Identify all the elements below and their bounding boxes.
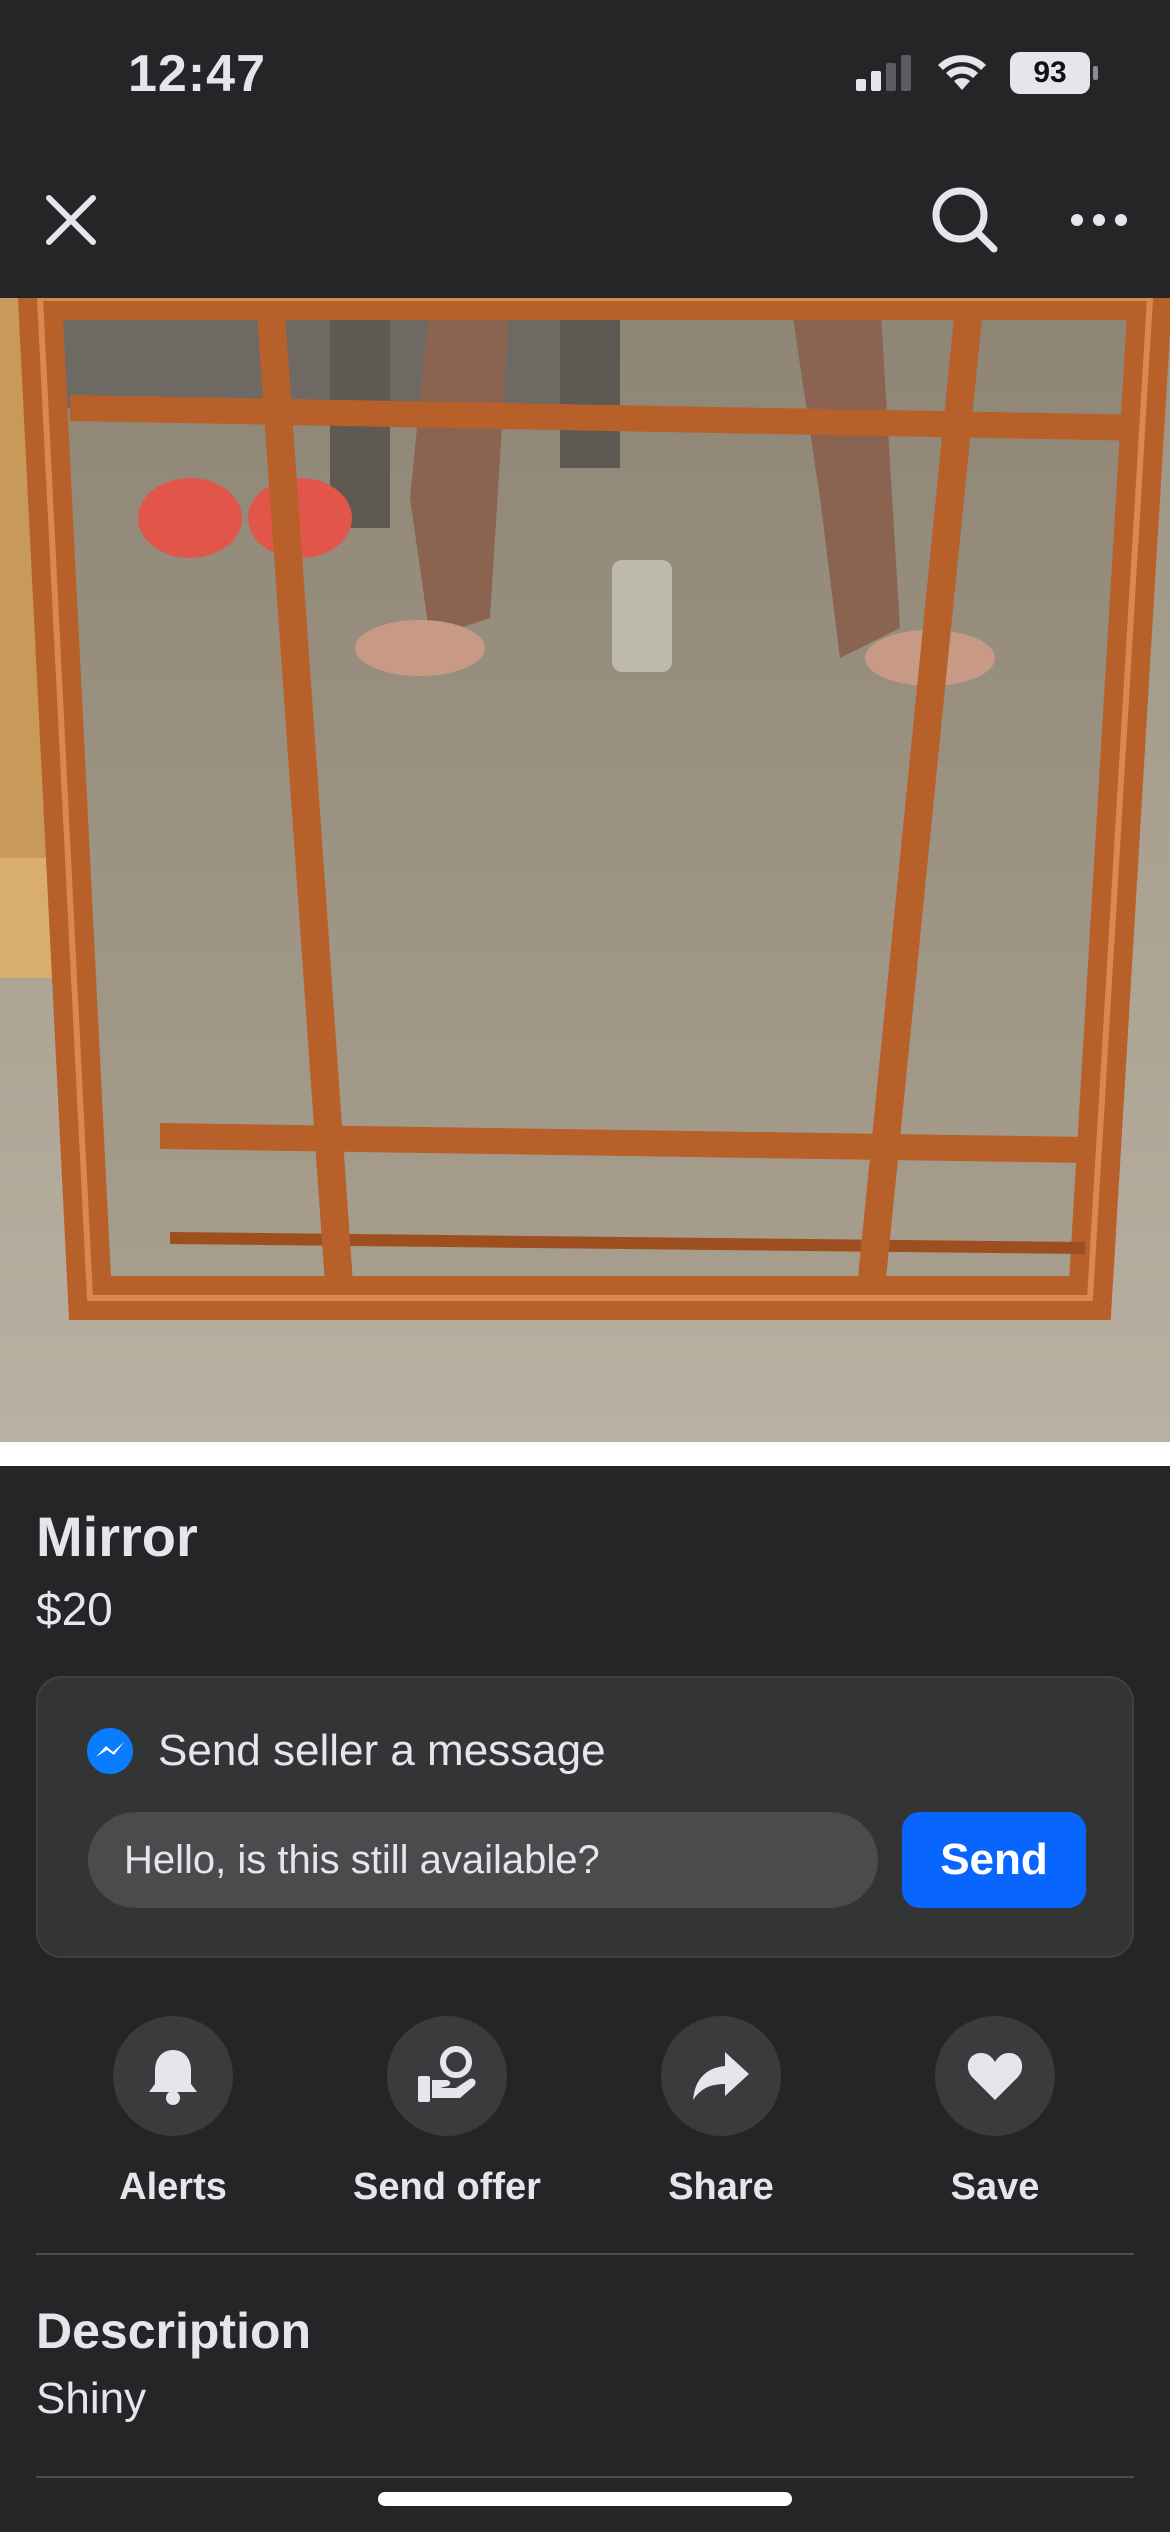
photo-divider bbox=[0, 1442, 1170, 1466]
listing-price: $20 bbox=[36, 1583, 113, 1635]
alerts-label: Alerts bbox=[119, 2166, 227, 2208]
status-time: 12:47 bbox=[128, 45, 266, 103]
message-card-header: Send seller a message bbox=[86, 1726, 606, 1776]
alerts-circle bbox=[113, 2016, 233, 2136]
message-seller-card: Send seller a message Send bbox=[36, 1676, 1134, 1958]
status-icons: 93 bbox=[856, 52, 1098, 94]
home-indicator[interactable] bbox=[378, 2492, 792, 2506]
listing-photo[interactable] bbox=[0, 298, 1170, 1442]
save-button[interactable]: Save bbox=[855, 2016, 1135, 2209]
share-circle bbox=[661, 2016, 781, 2136]
marketplace-listing-screen: 12:47 93 Mirror $20 Send seller a messag… bbox=[0, 0, 1170, 2532]
section-divider bbox=[36, 2253, 1134, 2255]
top-nav bbox=[0, 160, 1170, 280]
status-bar: 12:47 93 bbox=[0, 0, 1170, 150]
section-divider-bottom bbox=[36, 2476, 1134, 2478]
search-icon bbox=[932, 187, 998, 253]
bell-icon bbox=[149, 2050, 197, 2105]
send-button[interactable]: Send bbox=[902, 1812, 1086, 1908]
mirror-photo-illustration bbox=[0, 298, 1170, 1442]
share-button[interactable]: Share bbox=[581, 2016, 861, 2209]
more-icon bbox=[1071, 214, 1127, 226]
wifi-icon bbox=[938, 55, 986, 90]
heart-icon bbox=[967, 2053, 1023, 2100]
share-icon bbox=[693, 2052, 749, 2100]
messenger-icon bbox=[87, 1728, 133, 1774]
description-heading: Description bbox=[36, 2303, 312, 2359]
message-input[interactable] bbox=[88, 1812, 878, 1908]
close-button[interactable] bbox=[16, 160, 126, 280]
cellular-signal-icon bbox=[856, 55, 911, 91]
description-text: Shiny bbox=[36, 2374, 147, 2423]
battery-indicator: 93 bbox=[1010, 52, 1098, 94]
close-icon bbox=[46, 195, 96, 245]
save-label: Save bbox=[950, 2166, 1040, 2208]
send-offer-circle bbox=[387, 2016, 507, 2136]
send-offer-label: Send offer bbox=[353, 2166, 541, 2208]
message-card-title: Send seller a message bbox=[158, 1726, 606, 1775]
send-offer-button[interactable]: Send offer bbox=[307, 2016, 587, 2209]
listing-title: Mirror bbox=[36, 1505, 198, 1568]
alerts-button[interactable]: Alerts bbox=[33, 2016, 313, 2209]
save-circle bbox=[935, 2016, 1055, 2136]
send-offer-icon bbox=[418, 2046, 476, 2102]
search-button[interactable] bbox=[910, 160, 1020, 280]
share-label: Share bbox=[668, 2166, 774, 2208]
more-options-button[interactable] bbox=[1044, 160, 1154, 280]
action-row: Alerts Send offer Share Save bbox=[0, 2016, 1170, 2216]
